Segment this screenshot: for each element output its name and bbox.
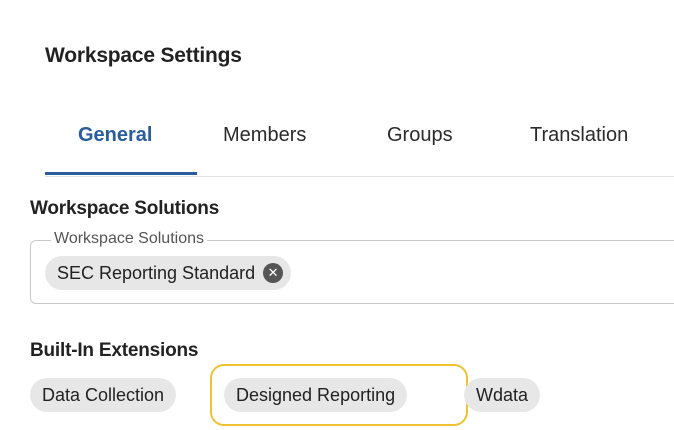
tab-members[interactable]: Members bbox=[223, 124, 306, 147]
built-in-extensions-heading: Built-In Extensions bbox=[30, 340, 199, 361]
tab-bar: General Members Groups Translation bbox=[45, 114, 674, 177]
tab-general[interactable]: General bbox=[78, 124, 152, 147]
workspace-solutions-field[interactable]: Workspace Solutions SEC Reporting Standa… bbox=[30, 230, 674, 304]
page-title: Workspace Settings bbox=[45, 44, 242, 67]
workspace-settings-panel: Workspace Settings General Members Group… bbox=[0, 0, 674, 430]
chip-sec-reporting-standard: SEC Reporting Standard ✕ bbox=[45, 256, 292, 290]
chip-data-collection[interactable]: Data Collection bbox=[30, 378, 177, 412]
tab-translation[interactable]: Translation bbox=[530, 124, 628, 147]
active-tab-indicator bbox=[45, 172, 197, 175]
tab-groups[interactable]: Groups bbox=[387, 124, 453, 147]
chip-wdata[interactable]: Wdata bbox=[464, 378, 541, 412]
workspace-solutions-heading: Workspace Solutions bbox=[30, 198, 220, 219]
workspace-solutions-field-label: Workspace Solutions bbox=[51, 230, 207, 248]
chip-label: SEC Reporting Standard bbox=[57, 263, 256, 283]
close-circle-icon[interactable]: ✕ bbox=[263, 262, 284, 283]
chip-designed-reporting[interactable]: Designed Reporting bbox=[224, 378, 408, 412]
